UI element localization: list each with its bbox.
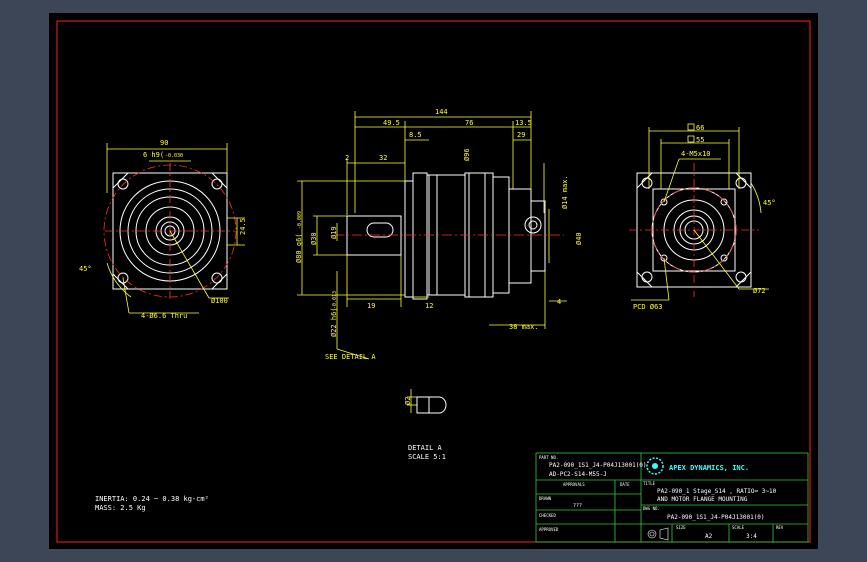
title-date-label: DATE	[620, 482, 630, 487]
dim-right-dia: Ø72	[753, 287, 766, 295]
title-line-1: PA2-090_1 Stage_S14 , RATIO= 3~10	[657, 488, 777, 495]
mounting-hole	[117, 178, 129, 190]
dim-front-pcd: Ø100	[211, 297, 228, 305]
dim-front-tolerance-value: -0.030	[165, 153, 183, 159]
note-mass: MASS: 2.5 Kg	[95, 504, 146, 512]
dim-side-d11: Ø19	[330, 226, 338, 239]
dim-side-d8: Ø96	[463, 148, 471, 161]
title-checked-label: CHECKED	[539, 513, 556, 518]
title-part-no-2: AD-PC2-S14-M55-J	[549, 471, 607, 478]
engineering-drawing: 90 6 h9( -0.030 24.5 Ø100 4-Ø6.6 Thru 45…	[56, 20, 811, 543]
company-name: APEX DYNAMICS, INC.	[669, 464, 749, 472]
adapter-hole	[735, 271, 747, 283]
dim-side-d14: 12	[425, 302, 433, 310]
title-line-2: AND MOTOR FLANGE MOUNTING	[657, 496, 748, 503]
dim-detail: Ø2	[404, 397, 412, 405]
title-drawn-label: DRAWN	[539, 496, 552, 501]
dim-side-d4: 8.5	[409, 131, 422, 139]
mounting-hole	[211, 178, 223, 190]
dim-side-d18: 38 max.	[509, 323, 539, 331]
title-part-no-1: PA2-090_1S1_J4-P04J13001(0)	[549, 462, 647, 469]
projection-symbol	[647, 527, 669, 541]
adapter-hole	[735, 177, 747, 189]
dim-right-pcd: PCD Ø63	[633, 303, 663, 311]
company-logo	[646, 457, 664, 475]
cad-viewport[interactable]: 90 6 h9( -0.030 24.5 Ø100 4-Ø6.6 Thru 45…	[49, 13, 818, 549]
dim-right-sq2: 55	[696, 136, 704, 144]
see-detail-callout: SEE DETAIL A	[325, 353, 376, 361]
detail-a	[416, 396, 447, 414]
dim-side-overall: 144	[435, 108, 448, 116]
square-symbol	[687, 135, 695, 143]
dim-side-d13: 19	[367, 302, 375, 310]
title-scale-value: 3:4	[746, 533, 757, 540]
housing-neck	[412, 172, 428, 300]
title-dwg-no-value: PA2-090_1S1_J4-P04J13001(0)	[667, 514, 765, 521]
output-shaft	[346, 215, 402, 256]
title-scale-label: SCALE	[732, 525, 745, 530]
dim-front-height: 24.5	[239, 218, 247, 235]
title-size-value: A2	[705, 533, 713, 540]
dim-side-d3: 13.5	[515, 119, 532, 127]
detail-scale: SCALE 5:1	[408, 453, 446, 461]
clamp-screw	[524, 216, 542, 234]
note-inertia: INERTIA: 0.24 ~ 0.38 kg-cm²	[95, 495, 209, 503]
title-size-label: SIZE	[676, 525, 686, 530]
motor-adapter	[508, 188, 532, 284]
dim-side-d1: 49.5	[383, 119, 400, 127]
dim-front-hole: 4-Ø6.6 Thru	[141, 312, 187, 320]
dim-front-tolerance-label: 6 h9(	[143, 151, 164, 159]
dim-right-angle: 45°	[763, 199, 776, 207]
dim-right-sq1: 66	[696, 124, 704, 132]
square-symbol	[687, 123, 695, 131]
flange-plate	[404, 180, 414, 298]
title-approved-label: APPROVED	[539, 527, 559, 532]
adapter-hole	[641, 177, 653, 189]
title-title-label: TITLE	[643, 481, 656, 486]
title-rev-label: REV	[776, 525, 784, 530]
dim-side-d6: 2	[345, 154, 349, 162]
dim-side-tol-c: -0.013	[332, 291, 338, 309]
detail-title: DETAIL A	[408, 444, 443, 452]
dim-front-width: 90	[160, 139, 168, 147]
mounting-hole	[211, 272, 223, 284]
dim-side-d16: Ø40	[575, 232, 583, 245]
dim-side-d5: 29	[517, 131, 525, 139]
dim-side-d7: 32	[379, 154, 387, 162]
dim-side-tol-a: -0.009	[297, 211, 303, 229]
dim-right-holes: 4-M5x10	[681, 150, 711, 158]
side-view	[346, 172, 546, 300]
dim-side-d17: 4	[557, 298, 561, 306]
title-approvals-label: APPROVALS	[563, 482, 585, 487]
title-part-no-label: PART NO.	[539, 455, 558, 460]
title-drawn-value: ???	[573, 503, 582, 509]
dim-side-d2: 76	[465, 119, 473, 127]
dim-side-d15: Ø14 max.	[561, 175, 569, 209]
dim-side-d9: Ø80 g6(	[295, 233, 303, 263]
dim-side-d10: Ø30	[310, 232, 318, 245]
dim-front-angle: 45°	[79, 265, 92, 273]
dim-side-d12: Ø22 h6(	[330, 307, 338, 337]
title-dwg-no-label: DWG NO.	[643, 506, 660, 511]
adapter-hole	[641, 271, 653, 283]
